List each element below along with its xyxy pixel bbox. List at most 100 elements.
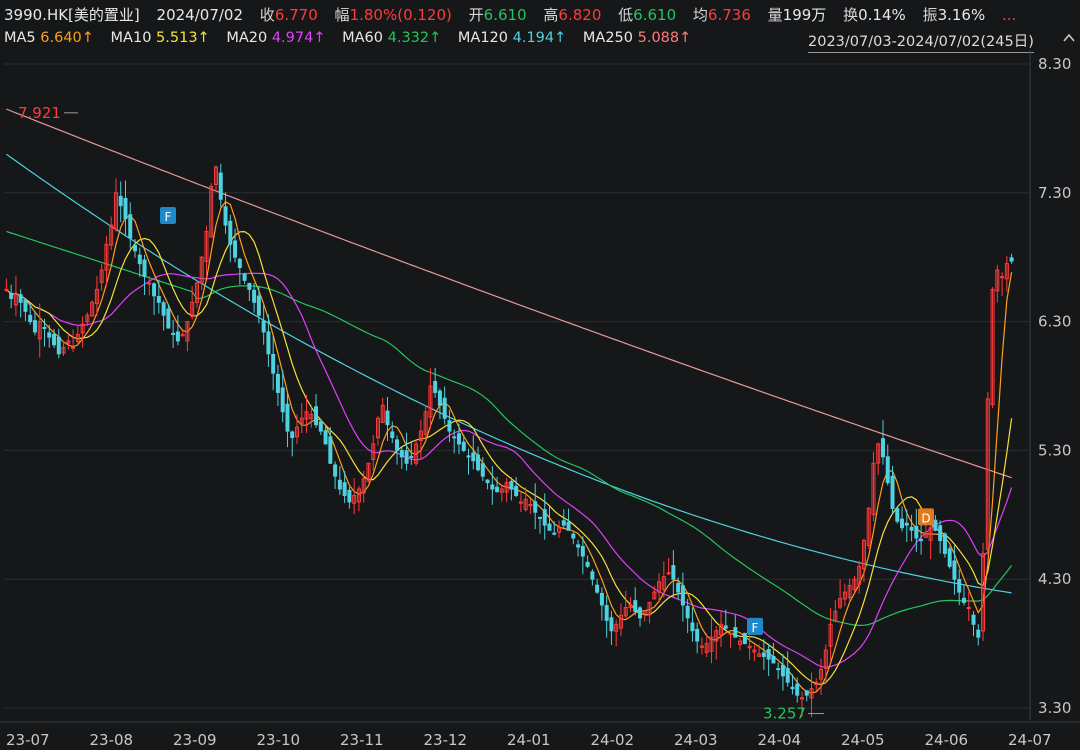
candle	[933, 515, 938, 532]
candle-body	[742, 632, 747, 645]
candle-body	[771, 655, 776, 664]
candle	[695, 622, 700, 654]
candle	[433, 367, 438, 398]
candle	[395, 435, 400, 465]
candle	[380, 397, 385, 424]
candle-body	[152, 283, 157, 297]
candle-body	[328, 436, 333, 464]
candle-body	[323, 430, 328, 445]
candle	[90, 300, 95, 317]
event-marker-f[interactable]: F	[747, 617, 763, 635]
candle	[18, 289, 23, 318]
candle	[609, 610, 614, 646]
candle	[709, 618, 714, 664]
candle	[728, 632, 733, 649]
y-tick-label: 8.30	[1038, 55, 1071, 73]
candle	[985, 392, 990, 556]
candle	[509, 477, 514, 501]
candle	[495, 476, 500, 493]
event-marker-d[interactable]: D	[918, 508, 934, 526]
candle-body	[32, 320, 37, 333]
candle	[437, 388, 442, 420]
candle	[128, 202, 133, 249]
candle	[214, 165, 219, 193]
max-price-label: 7.921	[18, 104, 61, 122]
candle	[819, 658, 824, 695]
candle	[1009, 253, 1014, 264]
candle-body	[9, 292, 14, 299]
candle-body	[271, 353, 276, 374]
candle	[557, 520, 562, 538]
candle-body	[890, 475, 895, 509]
candle-body	[952, 560, 957, 580]
candle-body	[166, 308, 171, 329]
candle-body	[237, 258, 242, 269]
candle	[981, 542, 986, 641]
candle-body	[780, 664, 785, 677]
candle-body	[495, 486, 500, 493]
candle-body	[942, 533, 947, 554]
candle	[113, 178, 118, 232]
candle	[671, 550, 676, 598]
x-tick-label: 24-04	[758, 731, 802, 749]
annotations: 7.921 3.257 F F D	[18, 104, 934, 723]
candle	[299, 403, 304, 434]
candle	[71, 329, 76, 353]
candle-body	[137, 254, 142, 265]
candle	[347, 486, 352, 509]
x-axis: 23-07 23-08 23-09 23-10 23-11 23-12 24-01 24-02…	[0, 721, 1080, 749]
event-marker-f[interactable]: F	[160, 206, 176, 224]
y-tick-label: 7.30	[1038, 184, 1071, 202]
ma20-line	[5, 272, 1013, 668]
candle-body	[914, 525, 919, 539]
candle-body	[437, 390, 442, 406]
candle-body	[576, 544, 581, 548]
candle-body	[561, 520, 566, 526]
min-price-label: 3.257	[763, 705, 806, 723]
kline-chart[interactable]: 7.921 3.257 F F D 8.30 7.30 6.30 5.30 4.30 3.30 2…	[0, 0, 1080, 750]
candle-body	[342, 482, 347, 496]
candle	[938, 520, 943, 554]
ma120-line	[6, 153, 1012, 594]
candle-body	[118, 195, 123, 207]
y-tick-label: 5.30	[1038, 441, 1071, 459]
candle-body	[171, 332, 176, 335]
candle	[333, 461, 338, 489]
candle	[699, 637, 704, 655]
candle	[356, 485, 361, 512]
candle-body	[56, 336, 61, 355]
y-axis: 8.30 7.30 6.30 5.30 4.30 3.30	[1029, 50, 1071, 720]
candle	[228, 214, 233, 263]
candle-body	[666, 572, 671, 575]
candle	[642, 610, 647, 622]
candle	[780, 654, 785, 691]
candle	[66, 334, 71, 350]
candle	[733, 614, 738, 638]
candle-body	[471, 452, 476, 462]
candle-body	[47, 332, 52, 338]
ma5-line	[5, 201, 1013, 694]
candle-body	[442, 397, 447, 419]
x-tick-label: 23-07	[6, 731, 50, 749]
candle-body	[337, 479, 342, 490]
candle-body	[42, 326, 47, 329]
y-tick-label: 6.30	[1038, 313, 1071, 331]
candle	[590, 568, 595, 586]
candle	[833, 599, 838, 623]
candle	[623, 590, 628, 618]
candle-body	[971, 614, 976, 625]
candle	[880, 420, 885, 465]
candle-body	[433, 381, 438, 393]
candle-body	[590, 571, 595, 580]
candle-body	[409, 455, 414, 458]
candle-body	[671, 565, 676, 580]
candle-body	[938, 525, 943, 542]
candle	[194, 281, 199, 308]
candle	[857, 560, 862, 594]
candle-body	[547, 523, 552, 531]
candle-body	[804, 690, 809, 696]
candle-body	[676, 582, 681, 593]
candle	[537, 516, 542, 534]
candle-body	[909, 526, 914, 531]
candle	[137, 247, 142, 277]
